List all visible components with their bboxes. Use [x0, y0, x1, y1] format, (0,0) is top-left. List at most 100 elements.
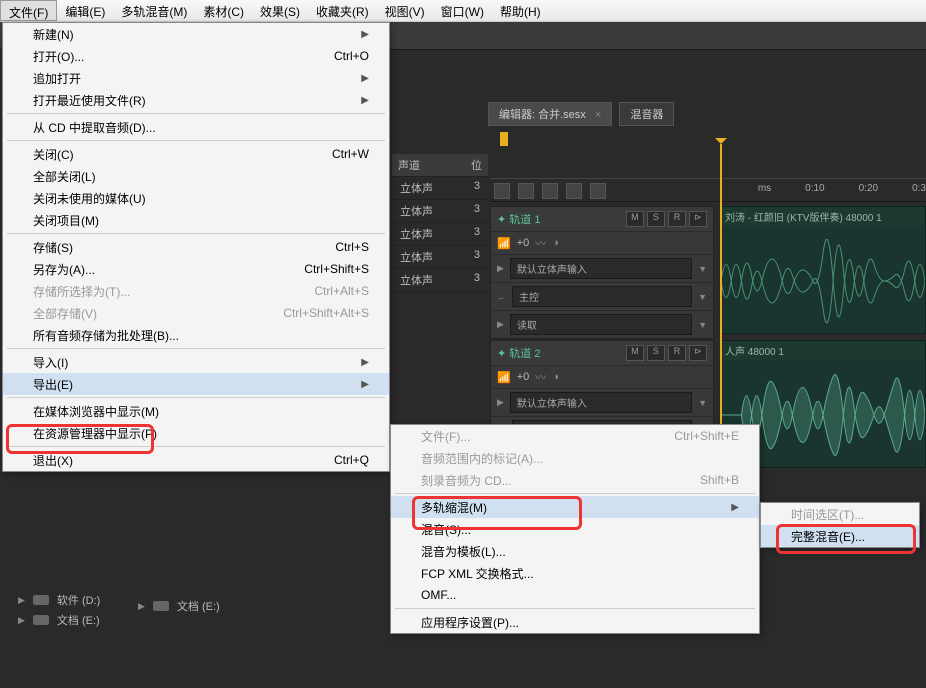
menu-close-project[interactable]: 关闭项目(M)	[3, 209, 389, 231]
track-1-name: 轨道 1	[509, 214, 540, 226]
input-select[interactable]: 默认立体声输入	[510, 258, 692, 279]
timeline-header: ms 0:10 0:20 0:3	[490, 178, 926, 202]
menu-window[interactable]: 窗口(W)	[433, 0, 492, 21]
file-label: 软件 (D:)	[57, 592, 100, 608]
volume-value[interactable]: +0	[517, 371, 530, 383]
time-mark: 0:20	[859, 183, 878, 194]
channel-panel: 声道 位 立体声3 立体声3 立体声3 立体声3 立体声3	[392, 154, 488, 292]
menu-new[interactable]: 新建(N)▶	[3, 23, 389, 45]
export-omf[interactable]: OMF...	[391, 584, 759, 606]
channel-header-ch: 声道	[398, 157, 420, 173]
close-tab-icon[interactable]: ×	[595, 109, 601, 121]
mixer-tab[interactable]: 混音器	[619, 102, 674, 126]
audio-clip-1[interactable]: 刘涛 - 红颜旧 (KTV版伴奏) 48000 1	[720, 206, 926, 334]
mixdown-entire[interactable]: 完整混音(E)...	[761, 525, 919, 547]
menu-exit[interactable]: 退出(X)Ctrl+Q	[3, 449, 389, 471]
track-2-name: 轨道 2	[509, 348, 540, 360]
monitor-button[interactable]: ⊳	[689, 211, 707, 227]
output-select[interactable]: 主控	[512, 286, 692, 307]
export-submenu: 文件(F)...Ctrl+Shift+E 音频范围内的标记(A)... 刻录音频…	[390, 424, 760, 634]
menu-append-open[interactable]: 追加打开▶	[3, 67, 389, 89]
menu-recent[interactable]: 打开最近使用文件(R)▶	[3, 89, 389, 111]
chevron-icon[interactable]: ▶	[497, 263, 504, 274]
file-label: 文档 (E:)	[57, 612, 100, 628]
track-1: ✦ 轨道 1 M S R ⊳ 📶 +0 〰 ◑ ▶默认立体声输入▼ ←主控▼ ▶…	[490, 206, 714, 339]
headphone-icon[interactable]	[590, 183, 606, 199]
timeline-marker[interactable]	[500, 132, 508, 146]
pan-knob[interactable]: ◑	[552, 237, 559, 249]
export-burn-cd: 刻录音频为 CD...Shift+B	[391, 469, 759, 491]
mixdown-submenu: 时间选区(T)... 完整混音(E)...	[760, 502, 920, 548]
export-mix-template[interactable]: 混音为模板(L)...	[391, 540, 759, 562]
time-mark: 0:10	[805, 183, 824, 194]
mute-button[interactable]: M	[626, 211, 644, 227]
export-mix[interactable]: 混音(S)...	[391, 518, 759, 540]
channel-bits: 3	[474, 180, 480, 196]
menu-file[interactable]: 文件(F)	[0, 0, 57, 21]
menu-reveal-media[interactable]: 在媒体浏览器中显示(M)	[3, 400, 389, 422]
file-tree-item[interactable]: ▶文档 (E:)	[134, 596, 224, 616]
export-file: 文件(F)...Ctrl+Shift+E	[391, 425, 759, 447]
solo-button[interactable]: S	[647, 211, 665, 227]
disk-icon	[33, 595, 49, 605]
menu-favorites[interactable]: 收藏夹(R)	[308, 0, 377, 21]
monitor-button[interactable]: ⊳	[689, 345, 707, 361]
menu-effects[interactable]: 效果(S)	[252, 0, 308, 21]
time-mark: ms	[758, 183, 771, 194]
menu-save-selection: 存储所选择为(T)...Ctrl+Alt+S	[3, 280, 389, 302]
export-markers: 音频范围内的标记(A)...	[391, 447, 759, 469]
menu-multitrack[interactable]: 多轨混音(M)	[113, 0, 195, 21]
track-icon[interactable]	[566, 183, 582, 199]
editor-tab-filename: 合并.sesx	[538, 109, 586, 121]
time-mark: 0:3	[912, 183, 926, 194]
menu-view[interactable]: 视图(V)	[377, 0, 433, 21]
menu-help[interactable]: 帮助(H)	[492, 0, 549, 21]
read-mode[interactable]: 读取	[510, 314, 692, 335]
menu-export[interactable]: 导出(E)▶	[3, 373, 389, 395]
export-app-settings[interactable]: 应用程序设置(P)...	[391, 611, 759, 633]
menu-save-as[interactable]: 另存为(A)...Ctrl+Shift+S	[3, 258, 389, 280]
pan-icon: 〰	[535, 235, 546, 251]
menu-save-all: 全部存储(V)Ctrl+Shift+Alt+S	[3, 302, 389, 324]
input-select[interactable]: 默认立体声输入	[510, 392, 692, 413]
file-menu-dropdown: 新建(N)▶ 打开(O)...Ctrl+O 追加打开▶ 打开最近使用文件(R)▶…	[2, 22, 390, 472]
editor-tab[interactable]: 编辑器: 合并.sesx ×	[488, 102, 612, 126]
menu-close-all[interactable]: 全部关闭(L)	[3, 165, 389, 187]
volume-icon: 📶	[497, 371, 511, 384]
record-button[interactable]: R	[668, 345, 686, 361]
clip-1-label: 刘涛 - 红颜旧 (KTV版伴奏) 48000 1	[721, 207, 925, 226]
menu-reveal-explorer[interactable]: 在资源管理器中显示(P)	[3, 422, 389, 444]
menu-batch[interactable]: 所有音频存储为批处理(B)...	[3, 324, 389, 346]
menu-extract-cd[interactable]: 从 CD 中提取音频(D)...	[3, 116, 389, 138]
solo-button[interactable]: S	[647, 345, 665, 361]
mute-button[interactable]: M	[626, 345, 644, 361]
files-panel: ▶软件 (D:) ▶文档 (E:) ▶文档 (E:)	[14, 590, 224, 616]
clip-2-label: 人声 48000 1	[721, 341, 925, 360]
menu-edit[interactable]: 编辑(E)	[57, 0, 113, 21]
volume-value[interactable]: +0	[517, 237, 530, 249]
mixdown-time-selection: 时间选区(T)...	[761, 503, 919, 525]
pan-knob[interactable]: ◑	[552, 371, 559, 383]
eq-icon[interactable]	[542, 183, 558, 199]
menubar: 文件(F) 编辑(E) 多轨混音(M) 素材(C) 效果(S) 收藏夹(R) 视…	[0, 0, 926, 22]
menu-close[interactable]: 关闭(C)Ctrl+W	[3, 143, 389, 165]
editor-panel: 编辑器: 合并.sesx × 混音器	[488, 102, 926, 126]
volume-icon: 📶	[497, 237, 511, 250]
pan-icon: 〰	[535, 369, 546, 385]
export-multitrack-mixdown[interactable]: 多轨缩混(M)▶	[391, 496, 759, 518]
disk-icon	[153, 601, 169, 611]
menu-open[interactable]: 打开(O)...Ctrl+O	[3, 45, 389, 67]
menu-clip[interactable]: 素材(C)	[195, 0, 252, 21]
file-label: 文档 (E:)	[177, 598, 220, 614]
send-icon[interactable]	[518, 183, 534, 199]
record-button[interactable]: R	[668, 211, 686, 227]
editor-tab-prefix: 编辑器:	[499, 109, 535, 121]
channel-stereo: 立体声	[400, 180, 433, 196]
disk-icon	[33, 615, 49, 625]
channel-header-bit: 位	[471, 157, 482, 173]
menu-close-unused[interactable]: 关闭未使用的媒体(U)	[3, 187, 389, 209]
export-fcp-xml[interactable]: FCP XML 交换格式...	[391, 562, 759, 584]
fx-icon[interactable]	[494, 183, 510, 199]
menu-save[interactable]: 存储(S)Ctrl+S	[3, 236, 389, 258]
menu-import[interactable]: 导入(I)▶	[3, 351, 389, 373]
